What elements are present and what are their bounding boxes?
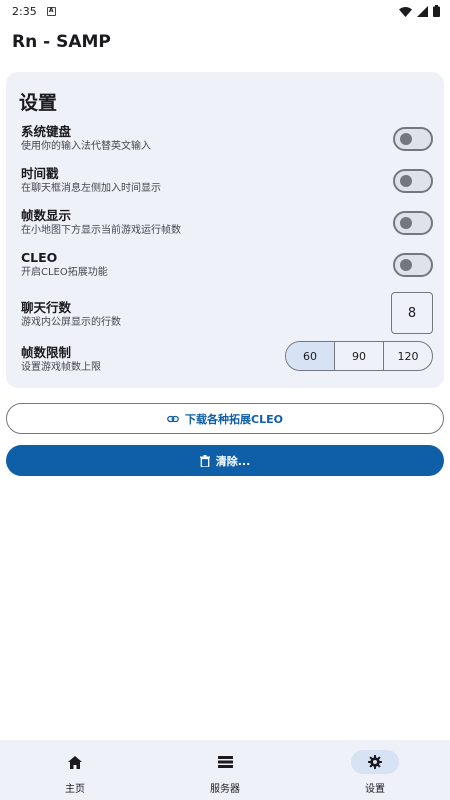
status-time: 2:35 bbox=[12, 4, 37, 18]
download-cleo-label: 下载各种拓展CLEO bbox=[185, 412, 283, 426]
setting-description: 在小地图下方显示当前游戏运行帧数 bbox=[21, 225, 181, 236]
status-bar: 2:35 A bbox=[0, 0, 450, 22]
switch-knob bbox=[400, 217, 412, 229]
fps-display-switch[interactable] bbox=[393, 211, 433, 235]
nav-label: 服务器 bbox=[210, 784, 240, 795]
setting-label: 系统键盘 bbox=[21, 124, 72, 139]
download-cleo-button[interactable]: 下载各种拓展CLEO bbox=[6, 403, 444, 434]
gear-icon bbox=[368, 755, 382, 769]
nav-icon-container bbox=[351, 750, 399, 774]
nav-icon-container bbox=[201, 750, 249, 774]
nav-label: 主页 bbox=[65, 784, 85, 795]
setting-label: 聊天行数 bbox=[21, 300, 72, 315]
switch-knob bbox=[400, 259, 412, 271]
setting-system-keyboard: 系统键盘 使用你的输入法代替英文输入 bbox=[21, 124, 433, 154]
setting-cleo: CLEO 开启CLEO拓展功能 bbox=[21, 250, 433, 280]
battery-icon bbox=[433, 5, 440, 17]
fps-option-120[interactable]: 120 bbox=[384, 342, 432, 370]
chat-lines-input[interactable]: 8 bbox=[391, 292, 433, 334]
setting-description: 开启CLEO拓展功能 bbox=[21, 267, 108, 278]
trash-icon bbox=[199, 454, 210, 467]
switch-knob bbox=[400, 133, 412, 145]
bottom-navigation: 主页 服务器 设置 bbox=[0, 740, 450, 800]
clear-label: 清除... bbox=[215, 454, 251, 468]
settings-card: 设置 系统键盘 使用你的输入法代替英文输入 时间戳 在聊天框消息左侧加入时间显示… bbox=[6, 72, 444, 388]
setting-description: 使用你的输入法代替英文输入 bbox=[21, 141, 151, 152]
setting-label: 时间戳 bbox=[21, 166, 59, 181]
nav-item-settings[interactable]: 设置 bbox=[300, 740, 450, 800]
app-title: Rn - SAMP bbox=[12, 32, 111, 52]
system-keyboard-switch[interactable] bbox=[393, 127, 433, 151]
nav-item-servers[interactable]: 服务器 bbox=[150, 740, 300, 800]
setting-fps-display: 帧数显示 在小地图下方显示当前游戏运行帧数 bbox=[21, 208, 433, 238]
status-left: 2:35 A bbox=[12, 5, 56, 18]
cellular-signal-icon bbox=[417, 5, 428, 17]
setting-description: 在聊天框消息左侧加入时间显示 bbox=[21, 183, 161, 194]
server-list-icon bbox=[217, 756, 233, 768]
setting-timestamp: 时间戳 在聊天框消息左侧加入时间显示 bbox=[21, 166, 433, 196]
home-icon bbox=[68, 755, 82, 769]
setting-chat-lines: 聊天行数 游戏内公屏显示的行数 8 bbox=[21, 292, 433, 334]
setting-description: 游戏内公屏显示的行数 bbox=[21, 317, 121, 328]
clear-button[interactable]: 清除... bbox=[6, 445, 444, 476]
setting-label: CLEO bbox=[21, 250, 58, 265]
link-icon bbox=[167, 415, 179, 422]
settings-title: 设置 bbox=[19, 92, 58, 114]
status-right bbox=[399, 5, 440, 17]
nav-icon-container bbox=[51, 750, 99, 774]
fps-limit-segmented-control: 60 90 120 bbox=[285, 341, 433, 371]
nav-label: 设置 bbox=[365, 784, 385, 795]
cleo-switch[interactable] bbox=[393, 253, 433, 277]
fps-option-60[interactable]: 60 bbox=[286, 342, 335, 370]
timestamp-switch[interactable] bbox=[393, 169, 433, 193]
setting-label: 帧数显示 bbox=[21, 208, 72, 223]
wifi-icon bbox=[399, 6, 412, 17]
notification-app-icon: A bbox=[46, 6, 56, 16]
switch-knob bbox=[400, 175, 412, 187]
nav-item-home[interactable]: 主页 bbox=[0, 740, 150, 800]
setting-fps-limit: 帧数限制 设置游戏帧数上限 60 90 120 bbox=[21, 341, 433, 375]
fps-option-90[interactable]: 90 bbox=[335, 342, 384, 370]
